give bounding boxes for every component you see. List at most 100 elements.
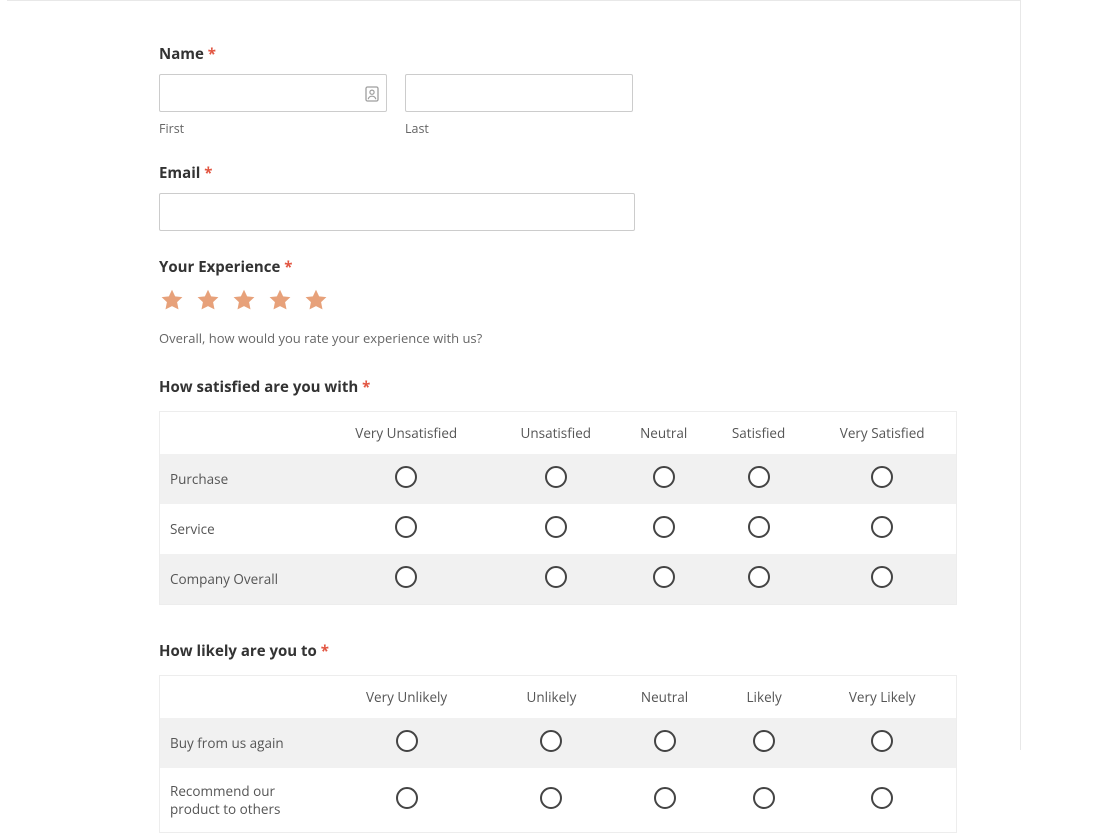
experience-required: *: [284, 257, 292, 277]
name-label: Name *: [159, 44, 1020, 64]
satisfied-required: *: [362, 377, 370, 397]
likely-required: *: [321, 641, 329, 661]
radio-option[interactable]: [653, 466, 675, 488]
radio-option[interactable]: [396, 730, 418, 752]
matrix-cell: [320, 718, 494, 768]
matrix-cell: [494, 718, 609, 768]
first-name-sublabel: First: [159, 120, 387, 137]
matrix-cell: [320, 454, 493, 504]
satisfied-matrix: Very UnsatisfiedUnsatisfiedNeutralSatisf…: [159, 411, 957, 605]
satisfied-section: How satisfied are you with * Very Unsati…: [159, 377, 1020, 605]
table-row: Recommend our product to others: [160, 768, 957, 833]
matrix-cell: [808, 454, 956, 504]
radio-option[interactable]: [540, 787, 562, 809]
matrix-cell: [808, 554, 956, 605]
radio-option[interactable]: [545, 516, 567, 538]
matrix-cell: [619, 504, 709, 554]
matrix-col-header: Very Likely: [808, 676, 956, 719]
matrix-row-label: Purchase: [160, 454, 320, 504]
radio-option[interactable]: [748, 466, 770, 488]
last-name-sublabel: Last: [405, 120, 633, 137]
matrix-col-header: Very Unlikely: [320, 676, 494, 719]
radio-option[interactable]: [653, 516, 675, 538]
radio-option[interactable]: [871, 466, 893, 488]
survey-form: Name * First Last: [7, 1, 1020, 833]
matrix-cell: [320, 768, 494, 833]
form-page: Name * First Last: [7, 0, 1021, 750]
matrix-cell: [619, 554, 709, 605]
matrix-col-header: Very Unsatisfied: [320, 412, 493, 455]
matrix-cell: [493, 504, 619, 554]
table-row: Buy from us again: [160, 718, 957, 768]
table-row: Service: [160, 504, 957, 554]
radio-option[interactable]: [654, 730, 676, 752]
first-name-input[interactable]: [159, 74, 387, 112]
radio-option[interactable]: [871, 516, 893, 538]
radio-option[interactable]: [753, 730, 775, 752]
matrix-cell: [609, 768, 720, 833]
star-icon[interactable]: [267, 287, 293, 313]
name-field: Name * First Last: [159, 44, 1020, 137]
radio-option[interactable]: [871, 566, 893, 588]
email-label-text: Email: [159, 163, 200, 183]
matrix-cell: [494, 768, 609, 833]
star-icon[interactable]: [231, 287, 257, 313]
radio-option[interactable]: [545, 466, 567, 488]
experience-helper: Overall, how would you rate your experie…: [159, 329, 1020, 347]
name-required: *: [208, 44, 216, 64]
experience-field: Your Experience * Overall, how would you…: [159, 257, 1020, 347]
radio-option[interactable]: [395, 466, 417, 488]
radio-option[interactable]: [395, 566, 417, 588]
radio-option[interactable]: [395, 516, 417, 538]
matrix-col-header: Very Satisfied: [808, 412, 956, 455]
matrix-blank-header: [160, 676, 320, 719]
matrix-col-header: Satisfied: [709, 412, 809, 455]
radio-option[interactable]: [653, 566, 675, 588]
radio-option[interactable]: [871, 730, 893, 752]
last-name-input[interactable]: [405, 74, 633, 112]
likely-label-text: How likely are you to: [159, 641, 317, 661]
matrix-cell: [720, 718, 808, 768]
radio-option[interactable]: [540, 730, 562, 752]
matrix-cell: [493, 454, 619, 504]
matrix-col-header: Neutral: [609, 676, 720, 719]
radio-option[interactable]: [396, 787, 418, 809]
matrix-cell: [493, 554, 619, 605]
matrix-cell: [720, 768, 808, 833]
matrix-row-label: Company Overall: [160, 554, 320, 605]
matrix-cell: [709, 504, 809, 554]
radio-option[interactable]: [545, 566, 567, 588]
likely-label: How likely are you to *: [159, 641, 1020, 661]
email-input[interactable]: [159, 193, 635, 231]
matrix-col-header: Neutral: [619, 412, 709, 455]
star-icon[interactable]: [303, 287, 329, 313]
star-icon[interactable]: [195, 287, 221, 313]
matrix-cell: [619, 454, 709, 504]
email-field: Email *: [159, 163, 1020, 231]
experience-label-text: Your Experience: [159, 257, 280, 277]
email-required: *: [204, 163, 212, 183]
radio-option[interactable]: [753, 787, 775, 809]
matrix-cell: [709, 454, 809, 504]
matrix-cell: [808, 718, 956, 768]
matrix-cell: [808, 504, 956, 554]
email-label: Email *: [159, 163, 1020, 183]
satisfied-label: How satisfied are you with *: [159, 377, 1020, 397]
matrix-row-label: Buy from us again: [160, 718, 320, 768]
likely-section: How likely are you to * Very UnlikelyUnl…: [159, 641, 1020, 833]
radio-option[interactable]: [748, 566, 770, 588]
matrix-cell: [320, 504, 493, 554]
likely-matrix: Very UnlikelyUnlikelyNeutralLikelyVery L…: [159, 675, 957, 833]
matrix-row-label: Recommend our product to others: [160, 768, 320, 833]
name-label-text: Name: [159, 44, 204, 64]
matrix-cell: [609, 718, 720, 768]
table-row: Purchase: [160, 454, 957, 504]
radio-option[interactable]: [748, 516, 770, 538]
matrix-row-label: Service: [160, 504, 320, 554]
matrix-blank-header: [160, 412, 320, 455]
experience-label: Your Experience *: [159, 257, 1020, 277]
star-icon[interactable]: [159, 287, 185, 313]
matrix-col-header: Unsatisfied: [493, 412, 619, 455]
radio-option[interactable]: [871, 787, 893, 809]
radio-option[interactable]: [654, 787, 676, 809]
